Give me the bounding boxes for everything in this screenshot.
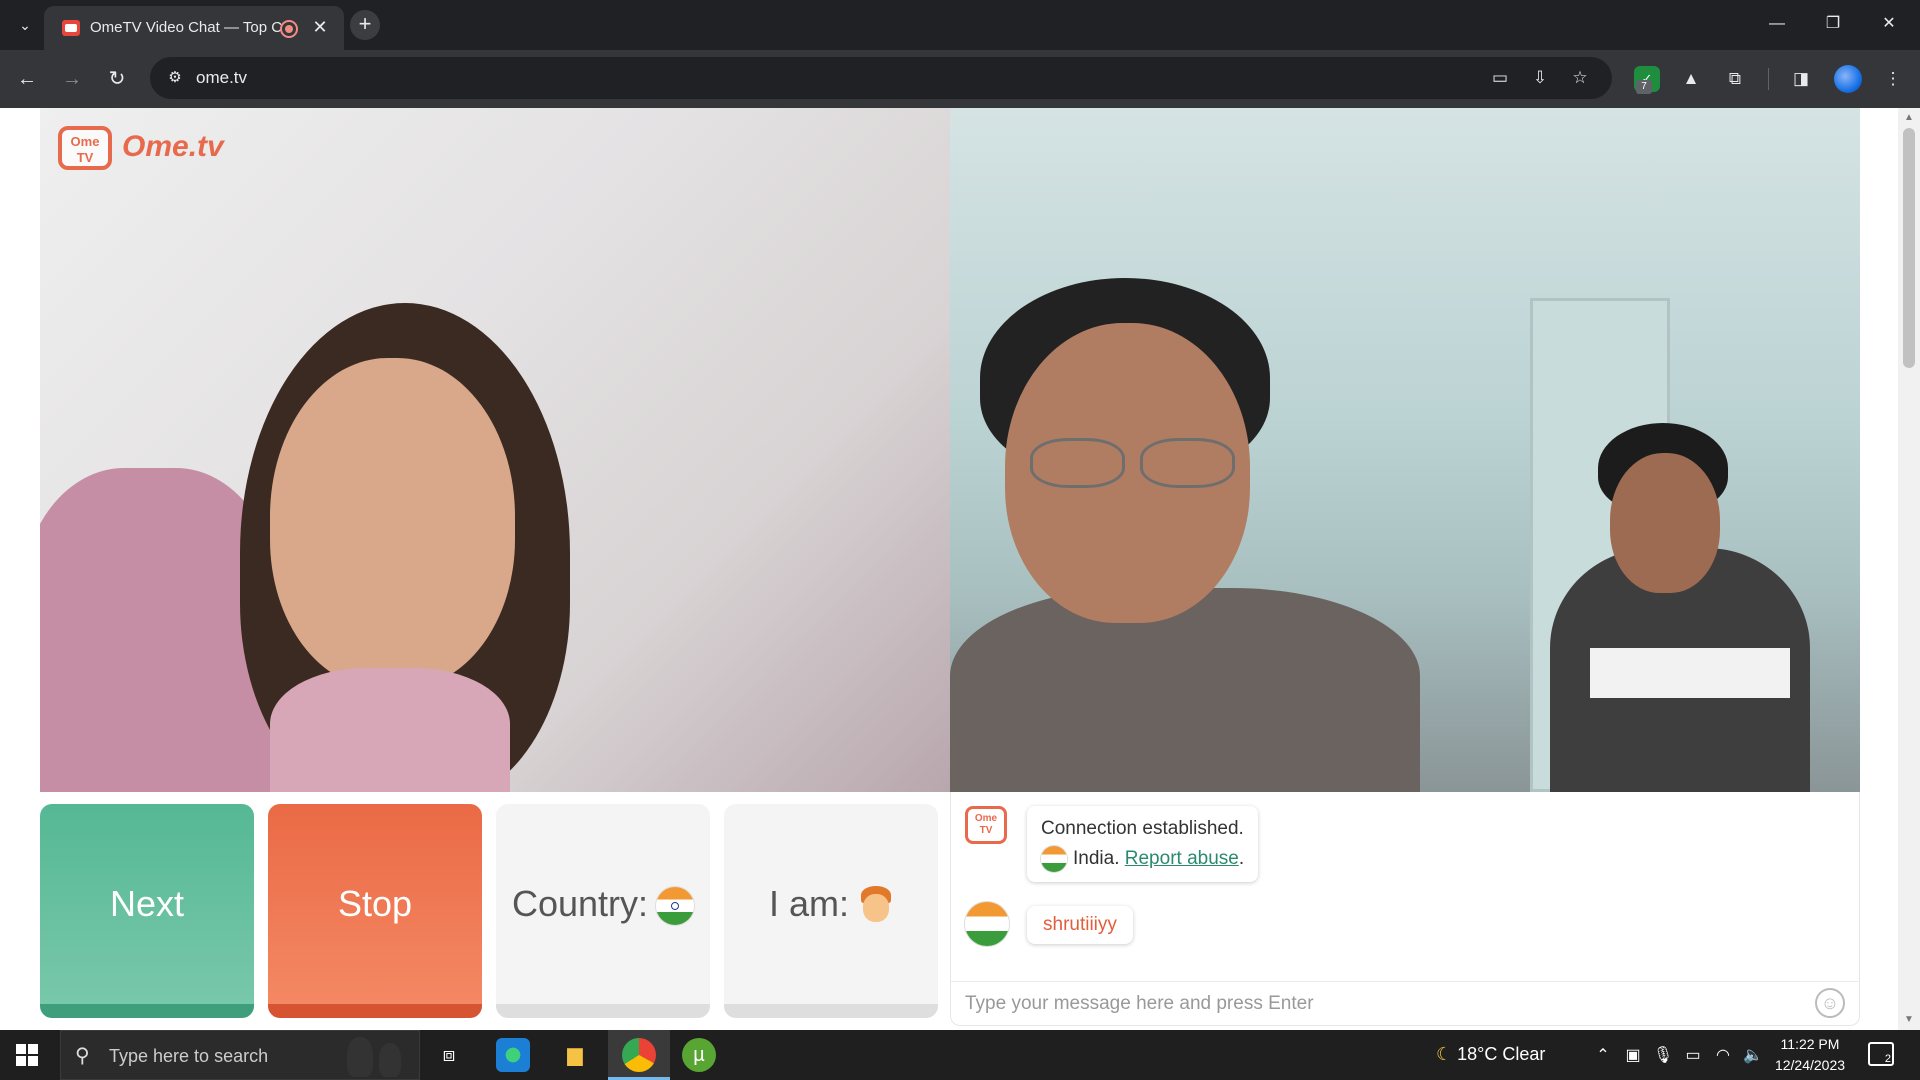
site-info-icon[interactable]: ⚙ bbox=[164, 67, 186, 89]
toolbar-divider bbox=[1768, 68, 1769, 90]
peer-country-name: India. bbox=[1073, 848, 1120, 869]
back-arrow-icon[interactable]: ← bbox=[13, 65, 41, 93]
male-avatar-icon bbox=[857, 886, 893, 926]
scroll-up-arrow-icon[interactable]: ▲ bbox=[1903, 112, 1915, 124]
show-hidden-icons-chevron-icon[interactable]: ⌃ bbox=[1592, 1045, 1614, 1065]
system-message: Connection established. India. Report ab… bbox=[1027, 806, 1259, 882]
recording-indicator-icon bbox=[280, 20, 298, 38]
moon-icon: ☾ bbox=[1436, 1044, 1453, 1064]
url-text[interactable]: ome.tv bbox=[196, 68, 247, 88]
scroll-down-arrow-icon[interactable]: ▼ bbox=[1903, 1014, 1915, 1026]
weather-widget[interactable]: ☾ 18°C Clear bbox=[1436, 1044, 1545, 1065]
edge-browser-icon[interactable] bbox=[496, 1038, 530, 1072]
wifi-icon[interactable]: ◠ bbox=[1712, 1045, 1734, 1065]
chat-panel: Ome TV Connection established. India. Re… bbox=[950, 792, 1860, 1026]
search-icon: ⚲ bbox=[75, 1045, 90, 1067]
ometv-favicon-icon bbox=[62, 20, 80, 36]
camera-in-use-icon[interactable]: ▭ bbox=[1488, 66, 1512, 90]
page-scrollbar[interactable]: ▲ ▼ bbox=[1898, 108, 1920, 1030]
peer-country-line: India. Report abuse. bbox=[1041, 844, 1244, 874]
meet-now-icon[interactable]: ▣ bbox=[1622, 1045, 1644, 1065]
india-flag-icon bbox=[1041, 845, 1067, 872]
windows-taskbar: ⚲ Type here to search ⧈ ▆ µ ☾ 18°C Clear… bbox=[0, 1030, 1920, 1080]
chrome-browser-icon[interactable] bbox=[622, 1038, 656, 1072]
stop-button-label: Stop bbox=[337, 883, 413, 924]
chat-input-area: ☺ bbox=[951, 981, 1859, 1025]
extension-icon[interactable]: ▲ bbox=[1678, 66, 1704, 92]
ometv-logo-tv-icon: Ome TV bbox=[58, 126, 112, 170]
window-restore-button[interactable]: ❐ bbox=[1818, 12, 1848, 36]
new-tab-button[interactable]: + bbox=[350, 10, 380, 40]
india-flag-icon bbox=[656, 887, 695, 926]
window-minimize-button[interactable]: — bbox=[1762, 12, 1792, 36]
iam-label: I am: bbox=[768, 883, 849, 924]
profile-avatar[interactable] bbox=[1834, 65, 1862, 93]
window-close-button[interactable]: ✕ bbox=[1874, 12, 1904, 36]
taskbar-clock[interactable]: 11:22 PM 12/24/2023 bbox=[1770, 1034, 1850, 1076]
windows-start-icon[interactable] bbox=[16, 1044, 38, 1066]
next-button-label: Next bbox=[109, 883, 185, 924]
scrollbar-thumb[interactable] bbox=[1903, 128, 1915, 368]
tab-close-icon[interactable]: ✕ bbox=[310, 17, 330, 37]
peer-username-message: shrutiiiyy bbox=[1027, 906, 1133, 944]
search-highlight-penguins-icon bbox=[329, 1033, 415, 1079]
browser-menu-icon[interactable]: ⋮ bbox=[1880, 66, 1906, 92]
connection-status-text: Connection established. bbox=[1041, 818, 1244, 839]
file-explorer-icon[interactable]: ▆ bbox=[558, 1038, 592, 1072]
report-abuse-link[interactable]: Report abuse bbox=[1125, 848, 1239, 869]
bookmark-star-icon[interactable]: ☆ bbox=[1568, 66, 1592, 90]
taskbar-search-box[interactable]: ⚲ Type here to search bbox=[60, 1030, 420, 1080]
extension-badge: 7 bbox=[1636, 80, 1652, 94]
emoji-smiley-icon[interactable]: ☺ bbox=[1815, 988, 1845, 1018]
country-filter-button[interactable]: Country: bbox=[496, 804, 710, 1018]
chat-message-input[interactable] bbox=[965, 988, 1785, 1020]
stop-button[interactable]: Stop bbox=[268, 804, 482, 1018]
browser-tab-strip: ⌄ OmeTV Video Chat — Top C ✕ + — ❐ ✕ bbox=[0, 0, 1920, 50]
local-video: Ome TV Ome.tv bbox=[40, 108, 950, 792]
remote-video bbox=[950, 108, 1860, 792]
volume-icon[interactable]: 🔈 bbox=[1742, 1045, 1764, 1065]
utorrent-icon[interactable]: µ bbox=[682, 1038, 716, 1072]
ometv-logo-text: Ome.tv bbox=[122, 130, 224, 163]
tab-title: OmeTV Video Chat — Top C bbox=[90, 19, 283, 36]
browser-tab-ometv[interactable]: OmeTV Video Chat — Top C ✕ bbox=[44, 6, 344, 50]
browser-toolbar: ← → ↻ ⚙ ome.tv ▭ ⇩ ☆ ✓ 7 ▲ ⧉ ◨ ⋮ bbox=[0, 50, 1920, 108]
battery-icon[interactable]: ▭ bbox=[1682, 1045, 1704, 1065]
notification-center-icon[interactable]: 2 bbox=[1868, 1042, 1894, 1066]
ometv-page: Ome TV Ome.tv Next Stop Country: I am: O… bbox=[0, 108, 1920, 1030]
side-panel-icon[interactable]: ◨ bbox=[1788, 66, 1814, 92]
ometv-chat-logo-icon: Ome TV bbox=[965, 806, 1007, 844]
clock-time: 11:22 PM bbox=[1780, 1036, 1840, 1052]
taskbar-search-placeholder: Type here to search bbox=[109, 1046, 269, 1066]
install-app-icon[interactable]: ⇩ bbox=[1528, 66, 1552, 90]
report-suffix: . bbox=[1238, 848, 1245, 869]
gender-select-button[interactable]: I am: bbox=[724, 804, 938, 1018]
task-view-icon[interactable]: ⧈ bbox=[432, 1038, 466, 1072]
extensions-puzzle-icon[interactable]: ⧉ bbox=[1722, 66, 1748, 92]
forward-arrow-icon[interactable]: → bbox=[58, 65, 86, 93]
tab-search-chevron-icon[interactable]: ⌄ bbox=[14, 14, 36, 36]
peer-flag-icon bbox=[965, 902, 1009, 946]
clock-date: 12/24/2023 bbox=[1774, 1057, 1846, 1073]
reload-icon[interactable]: ↻ bbox=[103, 65, 131, 93]
microphone-icon[interactable]: 🎙 bbox=[1652, 1045, 1674, 1065]
weather-text: 18°C Clear bbox=[1457, 1044, 1546, 1064]
next-button[interactable]: Next bbox=[40, 804, 254, 1018]
country-label: Country: bbox=[511, 883, 649, 924]
address-bar[interactable]: ⚙ ome.tv ▭ ⇩ ☆ bbox=[150, 57, 1612, 99]
